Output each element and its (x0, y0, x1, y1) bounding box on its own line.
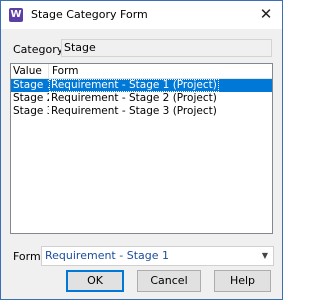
row-form: Requirement - Stage 1 (Project) (49, 79, 219, 92)
row-value: Stage 3 (13, 105, 49, 117)
list-row[interactable]: Stage 2 Requirement - Stage 2 (Project) (11, 92, 272, 105)
category-field: Stage (61, 39, 272, 57)
list-row[interactable]: Stage 3 Requirement - Stage 3 (Project) (11, 105, 272, 118)
list-header: Value Form (11, 64, 272, 79)
title-bar[interactable]: W Stage Category Form ✕ (1, 1, 282, 29)
list-row[interactable]: Stage 1 Requirement - Stage 1 (Project) (11, 79, 272, 92)
chevron-down-icon[interactable]: ▼ (262, 247, 268, 265)
stage-list[interactable]: Value Form Stage 1 Requirement - Stage 1… (10, 63, 273, 234)
category-label: Category: (13, 43, 67, 56)
row-form: Requirement - Stage 3 (Project) (51, 105, 217, 117)
column-header-value[interactable]: Value (11, 64, 49, 78)
row-value: Stage 1 (13, 79, 49, 91)
close-icon[interactable]: ✕ (254, 3, 278, 25)
row-value: Stage 2 (13, 92, 49, 104)
help-button[interactable]: Help (214, 270, 271, 292)
row-form: Requirement - Stage 2 (Project) (51, 92, 217, 104)
app-logo-icon: W (9, 8, 23, 22)
form-label: Form: (13, 250, 45, 263)
form-dropdown-value: Requirement - Stage 1 (45, 249, 169, 262)
cancel-button[interactable]: Cancel (137, 270, 201, 292)
form-dropdown[interactable]: Requirement - Stage 1 ▼ (41, 246, 274, 266)
window-title: Stage Category Form (31, 8, 148, 21)
stage-category-dialog: W Stage Category Form ✕ Category: Stage … (0, 0, 283, 300)
ok-button[interactable]: OK (66, 270, 124, 292)
column-header-form[interactable]: Form (49, 64, 272, 78)
